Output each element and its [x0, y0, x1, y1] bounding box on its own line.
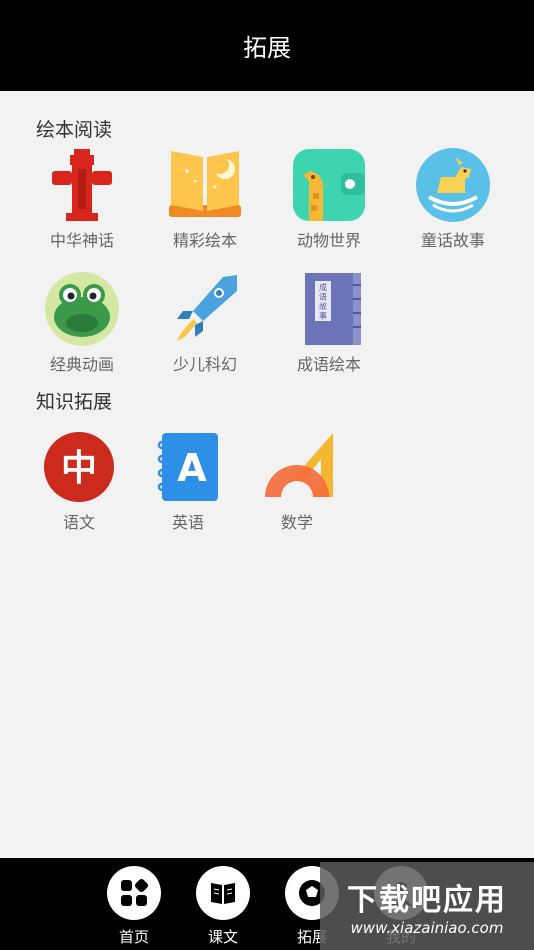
frog-icon [45, 272, 119, 346]
section-title-knowledge: 知识拓展 [36, 391, 113, 413]
nav-home[interactable]: 首页 [94, 866, 174, 950]
app-header: 拓展 [0, 0, 534, 91]
tile-label: 中华神话 [49, 231, 114, 250]
watermark-url: www.xiazainiao.com [350, 919, 504, 937]
tile-picture-books[interactable]: 精彩绘本 [150, 147, 260, 257]
idiom-book-char: 成 [319, 282, 327, 292]
open-book-moon-icon [169, 151, 241, 217]
rocket-icon [177, 275, 237, 341]
tile-animal-world[interactable]: 动物世界 [274, 147, 384, 257]
page-title: 拓展 [243, 34, 291, 62]
nav-label: 课文 [207, 928, 238, 946]
nav-label: 首页 [118, 928, 149, 946]
rocking-horse-icon [416, 148, 490, 222]
tile-label: 少儿科幻 [172, 355, 237, 374]
home-grid-icon [121, 878, 149, 906]
tile-chinese[interactable]: 中 语文 [24, 429, 134, 539]
tile-idiom-books[interactable]: 成语故事 成语绘本 [274, 271, 384, 381]
idiom-book-char: 故 [319, 301, 327, 311]
tile-english[interactable]: A 英语 [133, 429, 243, 539]
tile-label: 动物世界 [296, 231, 361, 250]
hydrant-icon [52, 149, 112, 221]
tile-label: 成语绘本 [296, 355, 361, 374]
svg-text:A: A [177, 446, 207, 490]
protractor-ruler-icon [265, 433, 333, 497]
idiom-book-icon: 成语故事 [305, 273, 361, 345]
idiom-book-char: 事 [319, 311, 327, 321]
tile-chinese-myths[interactable]: 中华神话 [27, 147, 137, 257]
book-icon [211, 883, 235, 904]
svg-text:中: 中 [61, 448, 97, 489]
watermark: 下载吧应用 www.xiazainiao.com [320, 862, 534, 950]
tile-label: 英语 [171, 513, 204, 532]
tile-label: 数学 [280, 513, 313, 532]
tile-kids-scifi[interactable]: 少儿科幻 [150, 271, 260, 381]
tile-label: 童话故事 [420, 231, 485, 250]
content-area: 绘本阅读 中华神话 精彩绘本 动物世界 童话故事 经典动画 少儿科幻 成 语 故… [0, 91, 534, 858]
tile-label: 经典动画 [49, 355, 114, 374]
section-title-reading: 绘本阅读 [36, 119, 113, 141]
english-notebook-icon: A [157, 433, 218, 501]
tile-label: 语文 [62, 513, 95, 532]
chinese-char-icon: 中 [44, 432, 114, 502]
tile-fairy-tales[interactable]: 童话故事 [398, 147, 508, 257]
tile-math[interactable]: 数学 [242, 429, 352, 539]
watermark-title: 下载吧应用 [347, 883, 507, 918]
nav-texts[interactable]: 课文 [183, 866, 263, 950]
tile-label: 精彩绘本 [172, 231, 237, 250]
tile-classic-animation[interactable]: 经典动画 [27, 271, 137, 381]
giraffe-icon [293, 149, 365, 221]
idiom-book-char: 语 [319, 292, 327, 302]
